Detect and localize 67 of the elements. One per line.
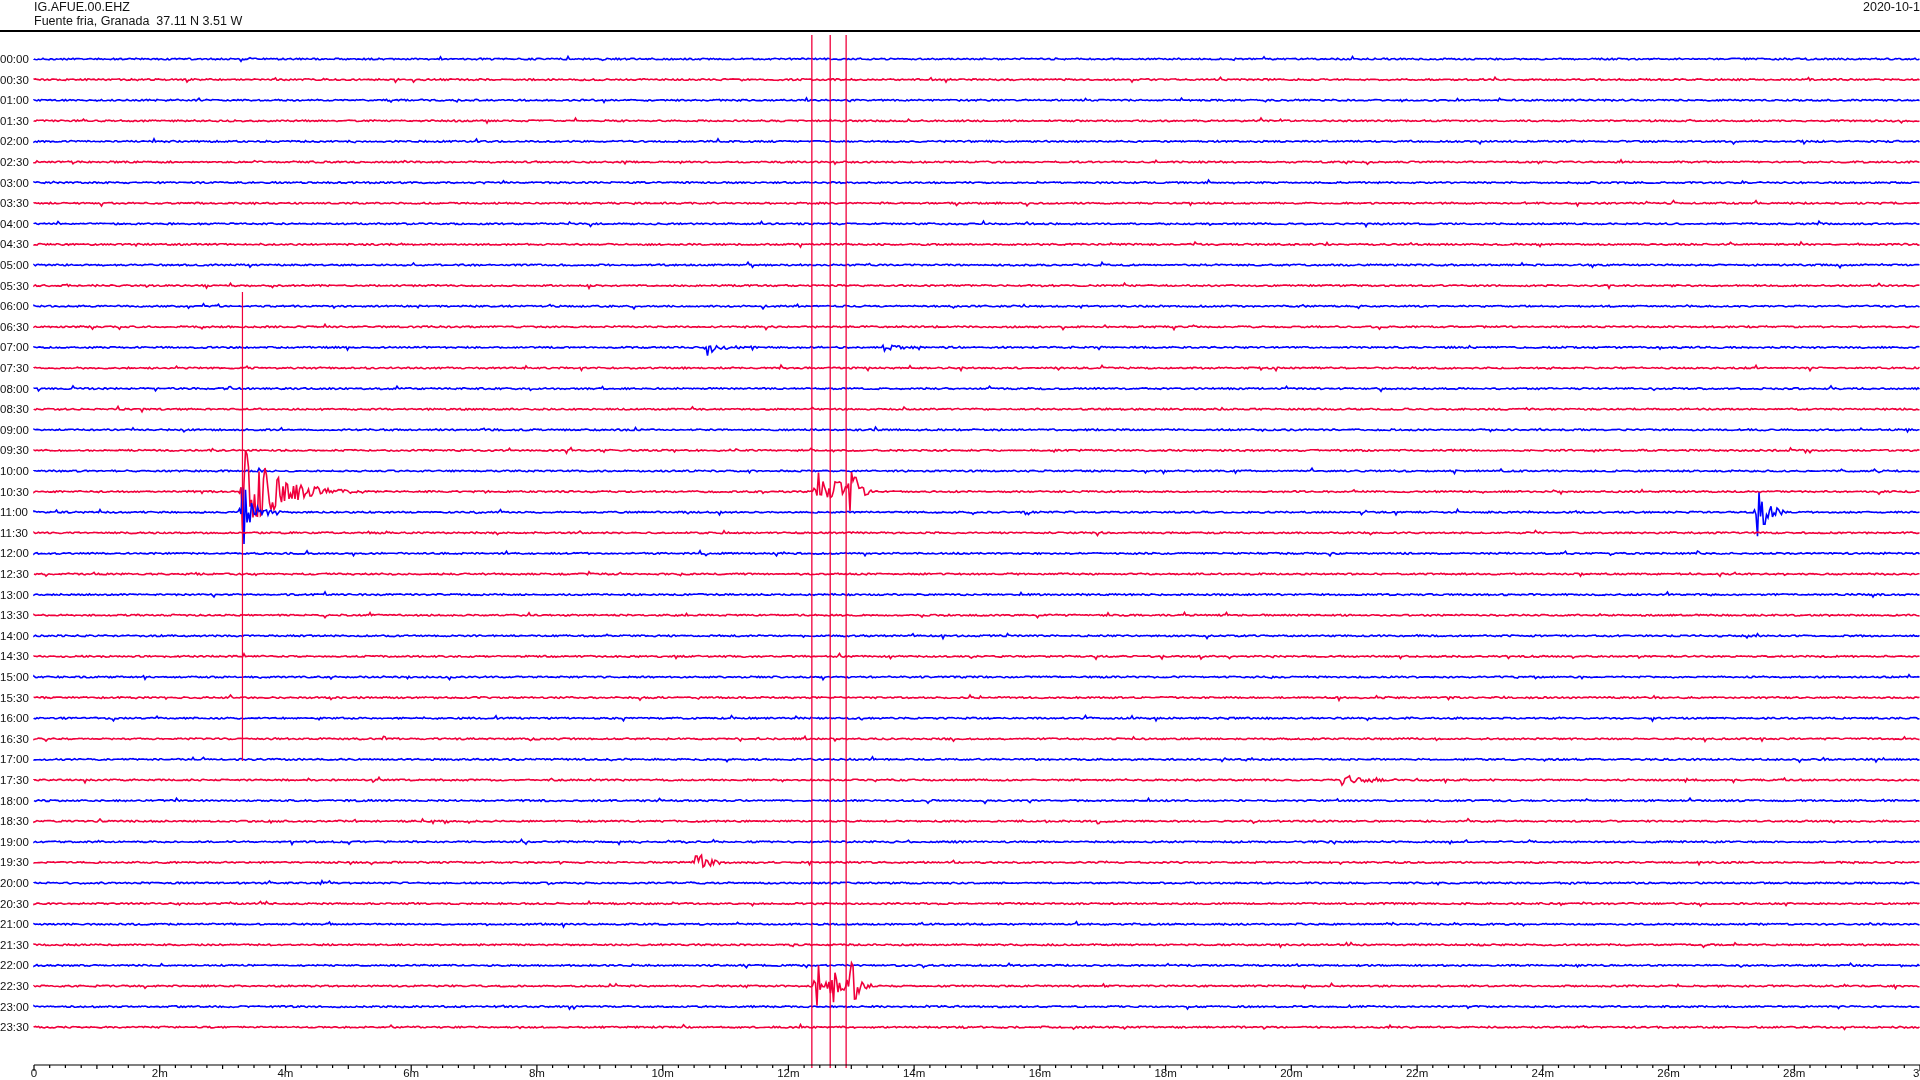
axis-tick-label: 8m	[528, 1067, 545, 1079]
trace-time-label: 09:30	[0, 444, 29, 457]
trace-time-label: 23:00	[0, 1000, 29, 1013]
trace-time-label: 14:00	[0, 629, 29, 642]
trace-time-label: 05:00	[0, 259, 29, 271]
axis-tick-label: 26m	[1657, 1067, 1680, 1079]
axis-tick-label: 4m	[277, 1067, 294, 1079]
station-code: IG.AFUE.00.EHZ	[34, 0, 130, 14]
trace-time-label: 22:00	[0, 959, 29, 972]
axis-tick-label: 12m	[777, 1067, 800, 1079]
trace-time-label: 10:00	[0, 465, 29, 477]
trace-time-label: 14:30	[0, 650, 29, 663]
axis-tick-label: 14m	[902, 1067, 926, 1079]
trace-time-label: 18:00	[0, 794, 29, 807]
trace-time-label: 19:30	[0, 856, 29, 869]
trace-time-label: 05:30	[0, 279, 29, 292]
station-location: Fuente fria, Granada 37.11 N 3.51 W	[34, 14, 243, 28]
trace-time-label: 08:00	[0, 382, 29, 395]
trace-time-label: 20:30	[0, 897, 29, 910]
trace-time-label: 23:30	[0, 1021, 29, 1034]
record-date: 2020-10-1	[1863, 0, 1920, 14]
trace-time-label: 06:00	[0, 300, 29, 313]
trace-time-label: 00:30	[0, 73, 29, 86]
trace-time-label: 20:00	[0, 877, 29, 889]
trace-time-label: 15:30	[0, 691, 29, 704]
axis-tick-label: 16m	[1028, 1067, 1052, 1079]
trace-time-label: 04:00	[0, 217, 29, 230]
axis-tick-label: 20m	[1280, 1067, 1303, 1079]
trace-time-label: 11:30	[0, 526, 28, 539]
trace-time-label: 07:00	[0, 341, 29, 354]
trace-time-label: 22:30	[0, 980, 29, 992]
axis-tick-label: 22m	[1405, 1067, 1429, 1079]
trace-time-label: 06:30	[0, 320, 29, 333]
trace-time-label: 00:00	[0, 53, 29, 65]
trace-time-label: 01:00	[0, 94, 29, 107]
axis-tick-label: 0	[30, 1067, 38, 1079]
trace-time-label: 21:30	[0, 938, 29, 951]
trace-time-label: 02:30	[0, 156, 29, 168]
trace-time-label: 13:30	[0, 609, 29, 622]
trace-time-label: 19:00	[0, 835, 29, 848]
trace-time-label: 16:30	[0, 732, 29, 745]
trace-time-label: 11:00	[0, 506, 28, 519]
trace-time-label: 04:30	[0, 238, 29, 251]
trace-time-label: 08:30	[0, 403, 29, 416]
axis-tick-label: 3	[1913, 1067, 1920, 1079]
trace-time-label: 10:30	[0, 485, 29, 498]
trace-time-label: 12:00	[0, 547, 29, 560]
trace-time-label: 18:30	[0, 815, 29, 828]
trace-time-label: 02:00	[0, 135, 29, 148]
trace-time-label: 03:30	[0, 197, 29, 210]
trace-time-label: 21:00	[0, 918, 29, 931]
trace-time-label: 13:00	[0, 588, 29, 601]
axis-tick-label: 24m	[1531, 1067, 1554, 1079]
trace-time-label: 03:00	[0, 176, 29, 189]
trace-time-label: 07:30	[0, 362, 29, 374]
axis-tick-label: 10m	[651, 1067, 674, 1079]
trace-time-label: 15:00	[0, 671, 29, 683]
axis-tick-label: 2m	[151, 1067, 168, 1079]
trace-time-label: 01:30	[0, 114, 29, 127]
trace-time-label: 16:00	[0, 712, 29, 725]
axis-tick-label: 18m	[1154, 1067, 1177, 1079]
trace-time-label: 17:00	[0, 753, 29, 766]
trace-time-label: 17:30	[0, 774, 29, 786]
axis-tick-label: 6m	[403, 1067, 420, 1079]
trace-time-label: 12:30	[0, 568, 29, 580]
axis-tick-label: 28m	[1783, 1067, 1806, 1079]
trace-time-label: 09:00	[0, 423, 29, 436]
